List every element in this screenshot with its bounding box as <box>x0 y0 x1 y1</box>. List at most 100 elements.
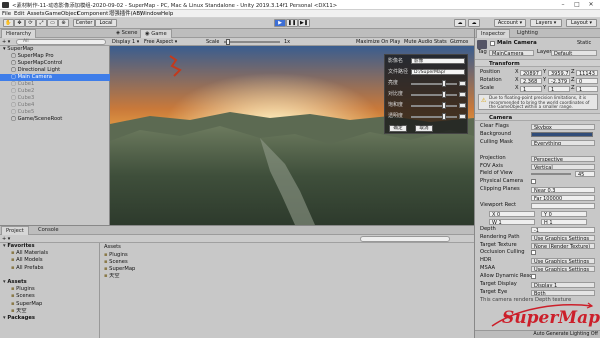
step-button[interactable]: ▶❚ <box>298 19 310 27</box>
stats-toggle[interactable]: Stats <box>434 38 447 46</box>
hierarchy-item[interactable]: ▢ Main Camera <box>0 74 110 81</box>
camera-prop-value[interactable]: Far 100000 <box>531 195 595 202</box>
tab-lighting[interactable]: Lighting <box>513 29 542 38</box>
camera-prop-value[interactable]: Near 0.3 <box>531 187 595 194</box>
camera-prop-value[interactable]: Both <box>531 289 595 296</box>
hierarchy-item[interactable]: ▢ SuperMapControl <box>0 60 110 67</box>
tab-project[interactable]: Project <box>1 226 29 235</box>
tab-inspector[interactable]: Inspector <box>476 29 511 38</box>
cloud-icon[interactable]: ☁ <box>468 19 480 27</box>
transform-position-x-field[interactable]: 20897 <box>520 70 542 76</box>
overlay-slider-value-box[interactable] <box>459 92 466 97</box>
camera-prop-value[interactable]: Use Graphics Settings <box>531 234 595 241</box>
collab-icon[interactable]: ☁ <box>454 19 466 27</box>
camera-prop-value[interactable]: Display 1 <box>531 282 595 288</box>
maximize-on-play-toggle[interactable]: Maximize On Play <box>356 38 400 46</box>
transform-position-z-field[interactable]: 11143 <box>576 70 598 76</box>
overlay-slider-knob[interactable] <box>441 113 446 120</box>
project-add-button[interactable]: + ▾ <box>2 235 10 243</box>
asset-folder-item[interactable]: ▪ 天空 <box>101 273 301 280</box>
overlay-slider-value-box[interactable] <box>459 114 466 119</box>
pivot-center-button[interactable]: Center <box>73 19 95 27</box>
project-tree-item[interactable]: ▾ Packages <box>0 315 100 322</box>
camera-prop-value[interactable]: Skybox <box>531 124 595 130</box>
overlay-slider-knob[interactable] <box>441 102 446 109</box>
menu-assets[interactable]: Assets <box>27 10 45 18</box>
overlay-cancel-button[interactable]: 取消 <box>415 125 433 132</box>
menu-gameobject[interactable]: GameObject <box>45 10 79 18</box>
play-button[interactable]: ▶ <box>274 19 286 27</box>
transform-scale-x-field[interactable]: 1 <box>520 86 542 92</box>
menu-help[interactable]: Help <box>161 10 173 18</box>
layout-dropdown[interactable]: Layout ▾ <box>566 19 597 27</box>
viewport-field[interactable]: W 1 <box>489 218 535 225</box>
fov-value-field[interactable]: 45 <box>575 171 595 178</box>
tab-scene[interactable]: ◈ Scene <box>112 29 141 38</box>
overlay-ok-button[interactable]: 确定 <box>389 125 407 132</box>
camera-prop-checkbox[interactable] <box>531 179 536 185</box>
transform-position-y-field[interactable]: 3959.7 <box>548 70 570 76</box>
asset-folder-item[interactable]: ▪ Scenes <box>101 259 301 266</box>
viewport-field[interactable]: Y 0 <box>541 210 587 217</box>
minimize-icon[interactable]: – <box>556 0 570 10</box>
project-tree-item[interactable]: ▪ Scenes <box>0 293 100 300</box>
hierarchy-create-button[interactable]: + ▾ <box>2 38 10 46</box>
project-tree-item[interactable]: ▪ SuperMap <box>0 301 100 308</box>
camera-prop-checkbox[interactable] <box>531 274 536 280</box>
layer-dropdown[interactable]: Default <box>551 50 597 57</box>
aspect-dropdown[interactable]: Free Aspect ▾ <box>144 38 177 46</box>
viewport-field[interactable]: H 1 <box>541 218 587 225</box>
overlay-slider[interactable] <box>411 83 457 85</box>
pivot-local-button[interactable]: Local <box>95 19 117 27</box>
menu-component[interactable]: Component <box>77 10 108 18</box>
menu-window[interactable]: Window <box>140 10 161 18</box>
project-tree-item[interactable]: ▾ Assets <box>0 279 100 286</box>
scale-slider-knob[interactable] <box>226 39 230 45</box>
overlay-slider[interactable] <box>411 105 457 107</box>
overlay-slider[interactable] <box>411 94 457 96</box>
hierarchy-item[interactable]: ▢ Directional Light <box>0 67 110 74</box>
overlay-slider-value-box[interactable] <box>459 81 466 86</box>
hierarchy-item[interactable]: ▾ SuperMap <box>0 46 110 53</box>
overlay-slider[interactable] <box>411 116 457 118</box>
camera-prop-value[interactable]: Perspective <box>531 155 595 162</box>
static-toggle[interactable]: Static <box>577 40 591 47</box>
transform-scale-y-field[interactable]: 1 <box>548 86 570 92</box>
hierarchy-item[interactable]: ▢ SuperMap Pro <box>0 53 110 60</box>
hierarchy-item[interactable]: ▢ Cube4 <box>0 102 110 109</box>
tab-game[interactable]: ◉ Game <box>140 29 172 38</box>
menu-edit[interactable]: Edit <box>14 10 24 18</box>
background-color-swatch[interactable] <box>531 131 593 137</box>
hierarchy-item[interactable]: ▢ Game/SceneRoot <box>0 116 110 123</box>
asset-folder-item[interactable]: ▪ SuperMap <box>101 266 301 273</box>
display-dropdown[interactable]: Display 1 ▾ <box>112 38 139 46</box>
transform-header[interactable]: Transform <box>475 59 600 67</box>
tab-hierarchy[interactable]: Hierarchy <box>1 29 37 38</box>
hierarchy-search-input[interactable]: All <box>16 39 106 45</box>
scale-slider[interactable] <box>224 41 280 43</box>
hand-tool-icon[interactable]: ✋ <box>3 19 14 27</box>
camera-prop-checkbox[interactable] <box>531 250 536 256</box>
hierarchy-item[interactable]: ▢ Cube2 <box>0 88 110 95</box>
camera-prop-value[interactable]: -1 <box>531 226 595 233</box>
camera-prop-value[interactable]: Everything <box>531 139 595 146</box>
overlay-field-input-0[interactable]: 影像 <box>411 58 465 64</box>
project-tree-item[interactable]: ▾ Favorites <box>0 243 100 250</box>
layers-dropdown[interactable]: Layers ▾ <box>530 19 562 27</box>
camera-prop-value[interactable]: Use Graphics Settings <box>531 258 595 265</box>
overlay-slider-knob[interactable] <box>441 91 446 98</box>
hierarchy-item[interactable]: ▢ Cube5 <box>0 109 110 116</box>
camera-prop-value[interactable]: Use Graphics Settings <box>531 266 595 273</box>
tag-dropdown[interactable]: MainCamera <box>489 50 534 57</box>
project-tree-item[interactable]: ▪ All Materials <box>0 250 100 257</box>
gizmos-dropdown[interactable]: Gizmos <box>450 38 468 46</box>
menu-file[interactable]: File <box>2 10 11 18</box>
maximize-icon[interactable]: □ <box>570 0 584 10</box>
move-tool-icon[interactable]: ✥ <box>14 19 25 27</box>
project-tree-item[interactable]: ▪ All Models <box>0 257 100 264</box>
camera-prop-value[interactable]: Vertical <box>531 163 595 170</box>
pause-button[interactable]: ❚❚ <box>286 19 298 27</box>
mute-audio-toggle[interactable]: Mute Audio <box>404 38 432 46</box>
project-tree-item[interactable]: ▪ 天空 <box>0 308 100 315</box>
overlay-slider-knob[interactable] <box>441 80 446 87</box>
